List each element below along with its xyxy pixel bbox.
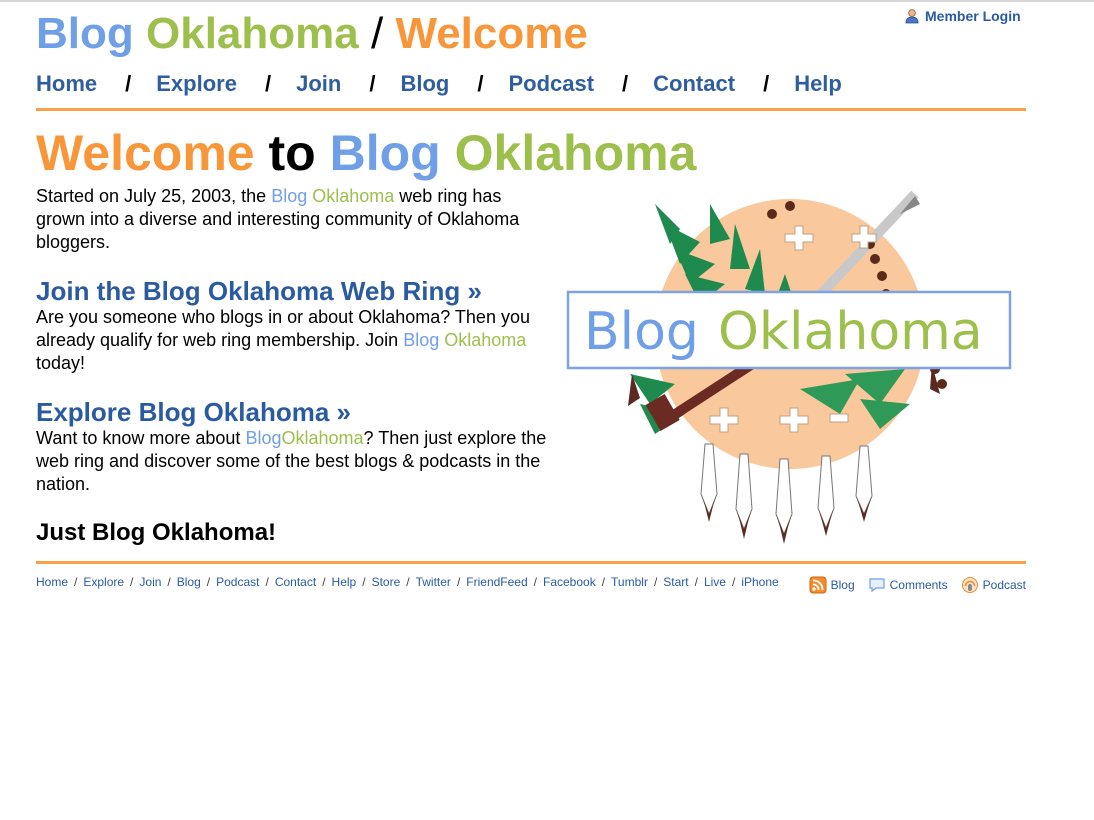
heading-blog: Blog <box>329 125 441 181</box>
rss-icon <box>809 576 827 594</box>
footer-separator: / <box>533 575 537 589</box>
footer-link-help[interactable]: Help <box>332 575 357 589</box>
footer-link-store[interactable]: Store <box>372 575 401 589</box>
member-login-label: Member Login <box>925 8 1021 24</box>
feed-links: Blog Comments Podcast <box>809 576 1026 594</box>
intro-paragraph: Started on July 25, 2003, the Blog Oklah… <box>36 185 551 254</box>
footer-separator: / <box>74 575 78 589</box>
nav-contact[interactable]: Contact <box>653 71 735 97</box>
footer-link-live[interactable]: Live <box>704 575 726 589</box>
site-title-oklahoma: Oklahoma <box>146 9 359 58</box>
logo-text-oklahoma: Oklahoma <box>718 302 983 362</box>
comments-feed-link[interactable]: Comments <box>868 576 948 594</box>
podcast-icon <box>961 577 978 593</box>
heading-oklahoma: Oklahoma <box>454 125 697 181</box>
footer-link-friendfeed[interactable]: FriendFeed <box>466 575 527 589</box>
nav-explore[interactable]: Explore <box>156 71 237 97</box>
blog-feed-label: Blog <box>830 578 855 592</box>
intro-oklahoma-link[interactable]: Oklahoma <box>312 186 394 206</box>
footer-link-iphone[interactable]: iPhone <box>741 575 778 589</box>
heading-to: to <box>268 125 316 181</box>
page-heading: Welcome to Blog Oklahoma <box>36 124 696 182</box>
join-blog-link[interactable]: Blog <box>403 330 439 350</box>
footer-separator: / <box>265 575 269 589</box>
tagline: Just Blog Oklahoma! <box>36 519 277 546</box>
member-login-link[interactable]: Member Login <box>904 8 1021 24</box>
footer-separator: / <box>406 575 410 589</box>
join-oklahoma-link[interactable]: Oklahoma <box>444 330 526 350</box>
nav-podcast[interactable]: Podcast <box>508 71 594 97</box>
explore-oklahoma-link[interactable]: Oklahoma <box>281 428 363 448</box>
footer-separator: / <box>456 575 461 589</box>
site-title: Blog Oklahoma / Welcome <box>36 10 588 58</box>
footer-separator: / <box>694 575 698 589</box>
join-paragraph: Are you someone who blogs in or about Ok… <box>36 306 551 375</box>
nav-home[interactable]: Home <box>36 71 97 97</box>
footer-separator: / <box>130 575 134 589</box>
footer-separator: / <box>653 575 658 589</box>
footer-separator: / <box>731 575 736 589</box>
main-nav: Home / Explore / Join / Blog / Podcast / Cont… <box>36 70 1026 111</box>
footer-link-explore[interactable]: Explore <box>83 575 124 589</box>
comments-feed-label: Comments <box>889 578 948 592</box>
footer-separator: / <box>167 575 171 589</box>
blog-oklahoma-logo: Blog Oklahoma <box>560 184 1020 544</box>
footer-separator: / <box>206 575 211 589</box>
nav-join[interactable]: Join <box>296 71 341 97</box>
join-heading-link[interactable]: Join the Blog Oklahoma Web Ring » <box>36 276 482 306</box>
explore-blog-link[interactable]: Blog <box>245 428 281 448</box>
join-heading-wrap: Join the Blog Oklahoma Web Ring » <box>36 276 551 306</box>
intro-text: Started on July 25, 2003, the <box>36 186 267 206</box>
footer-separator: / <box>322 575 326 589</box>
site-title-welcome: Welcome <box>395 9 588 58</box>
footer-link-start[interactable]: Start <box>663 575 688 589</box>
site-title-separator: / <box>370 9 384 58</box>
footer-link-join[interactable]: Join <box>139 575 161 589</box>
nav-separator: / <box>125 71 132 96</box>
explore-heading-link[interactable]: Explore Blog Oklahoma » <box>36 397 351 427</box>
podcast-feed-link[interactable]: Podcast <box>961 576 1026 594</box>
footer-separator: / <box>601 575 606 589</box>
nav-separator: / <box>763 71 770 96</box>
footer-link-tumblr[interactable]: Tumblr <box>611 575 648 589</box>
podcast-feed-label: Podcast <box>982 578 1026 592</box>
blog-feed-link[interactable]: Blog <box>809 576 855 594</box>
footer-link-contact[interactable]: Contact <box>275 575 316 589</box>
user-icon <box>905 9 919 24</box>
comment-bubble-icon <box>869 578 885 593</box>
oklahoma-shield-image: Blog Oklahoma <box>566 190 1012 544</box>
nav-separator: / <box>477 71 484 96</box>
footer-link-home[interactable]: Home <box>36 575 68 589</box>
footer-link-twitter[interactable]: Twitter <box>416 575 451 589</box>
nav-blog[interactable]: Blog <box>400 71 449 97</box>
footer-link-podcast[interactable]: Podcast <box>216 575 259 589</box>
footer: Home / Explore / Join / Blog / Podcast / Cont… <box>36 561 1026 594</box>
explore-heading-wrap: Explore Blog Oklahoma » <box>36 397 551 427</box>
footer-link-blog[interactable]: Blog <box>177 575 201 589</box>
nav-separator: / <box>369 71 376 96</box>
join-text-end: today! <box>36 353 86 373</box>
footer-link-facebook[interactable]: Facebook <box>543 575 596 589</box>
intro-blog-link[interactable]: Blog <box>271 186 307 206</box>
main-content: Started on July 25, 2003, the Blog Oklah… <box>36 185 551 548</box>
logo-text-blog: Blog <box>584 302 699 362</box>
nav-separator: / <box>264 71 272 96</box>
footer-separator: / <box>362 575 366 589</box>
nav-separator: / <box>622 71 629 96</box>
heading-welcome: Welcome <box>36 125 255 181</box>
explore-text: Want to know more about <box>36 428 241 448</box>
nav-help[interactable]: Help <box>794 71 842 97</box>
explore-paragraph: Want to know more about BlogOklahoma? Th… <box>36 427 551 496</box>
site-title-blog: Blog <box>36 9 134 58</box>
